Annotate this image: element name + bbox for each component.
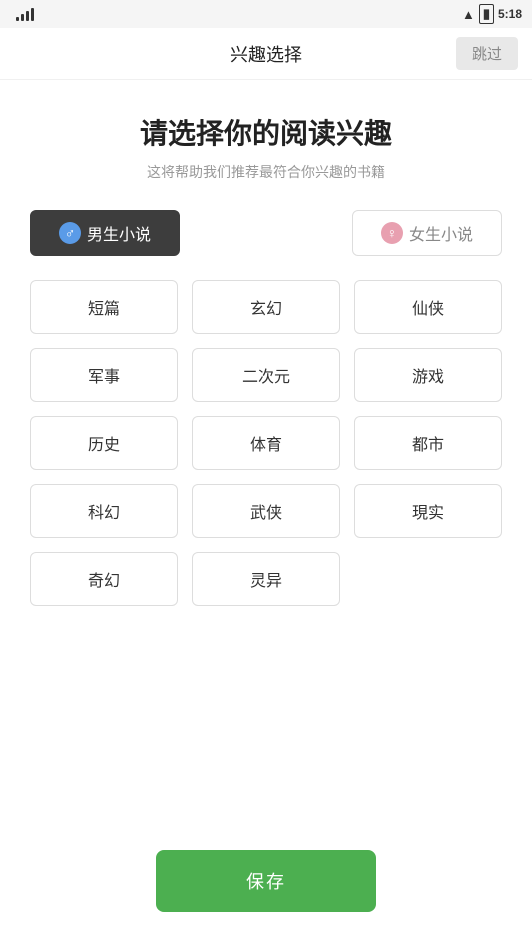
- tag-button[interactable]: 短篇: [30, 280, 178, 334]
- tag-button[interactable]: 仙侠: [354, 280, 502, 334]
- tag-button[interactable]: 都市: [354, 416, 502, 470]
- save-button-wrap: 保存: [156, 850, 376, 912]
- skip-button[interactable]: 跳过: [456, 37, 518, 70]
- male-label: 男生小说: [87, 221, 151, 245]
- tag-button[interactable]: 体育: [192, 416, 340, 470]
- battery-icon: ▮: [479, 4, 494, 24]
- tag-button[interactable]: 武侠: [192, 484, 340, 538]
- female-button[interactable]: ♀ 女生小说: [352, 210, 502, 256]
- tag-button[interactable]: 军事: [30, 348, 178, 402]
- tag-button[interactable]: 二次元: [192, 348, 340, 402]
- save-button[interactable]: 保存: [156, 850, 376, 912]
- tag-button[interactable]: 历史: [30, 416, 178, 470]
- status-bar: ▲ ▮ 5:18: [0, 0, 532, 28]
- tag-button[interactable]: 游戏: [354, 348, 502, 402]
- tag-button[interactable]: 玄幻: [192, 280, 340, 334]
- status-left: [16, 7, 34, 21]
- signal-icon: [16, 7, 34, 21]
- status-right: ▲ ▮ 5:18: [462, 4, 522, 24]
- tags-grid: 短篇玄幻仙侠军事二次元游戏历史体育都市科幻武侠現实奇幻灵异: [30, 280, 502, 606]
- female-icon: ♀: [381, 222, 403, 244]
- time-display: 5:18: [498, 7, 522, 21]
- main-subheading: 这将帮助我们推荐最符合你兴趣的书籍: [30, 162, 502, 182]
- main-content: 请选择你的阅读兴趣 这将帮助我们推荐最符合你兴趣的书籍 ♂ 男生小说 ♀ 女生小…: [0, 80, 532, 606]
- main-heading: 请选择你的阅读兴趣: [30, 112, 502, 152]
- female-label: 女生小说: [409, 221, 473, 245]
- male-icon: ♂: [59, 222, 81, 244]
- male-button[interactable]: ♂ 男生小说: [30, 210, 180, 256]
- tag-button[interactable]: 現实: [354, 484, 502, 538]
- tag-button[interactable]: 奇幻: [30, 552, 178, 606]
- page-title: 兴趣选择: [230, 41, 302, 67]
- wifi-icon: ▲: [462, 7, 475, 22]
- tag-button[interactable]: 灵异: [192, 552, 340, 606]
- tag-button[interactable]: 科幻: [30, 484, 178, 538]
- top-nav: 兴趣选择 跳过: [0, 28, 532, 80]
- gender-toggle: ♂ 男生小说 ♀ 女生小说: [30, 210, 502, 256]
